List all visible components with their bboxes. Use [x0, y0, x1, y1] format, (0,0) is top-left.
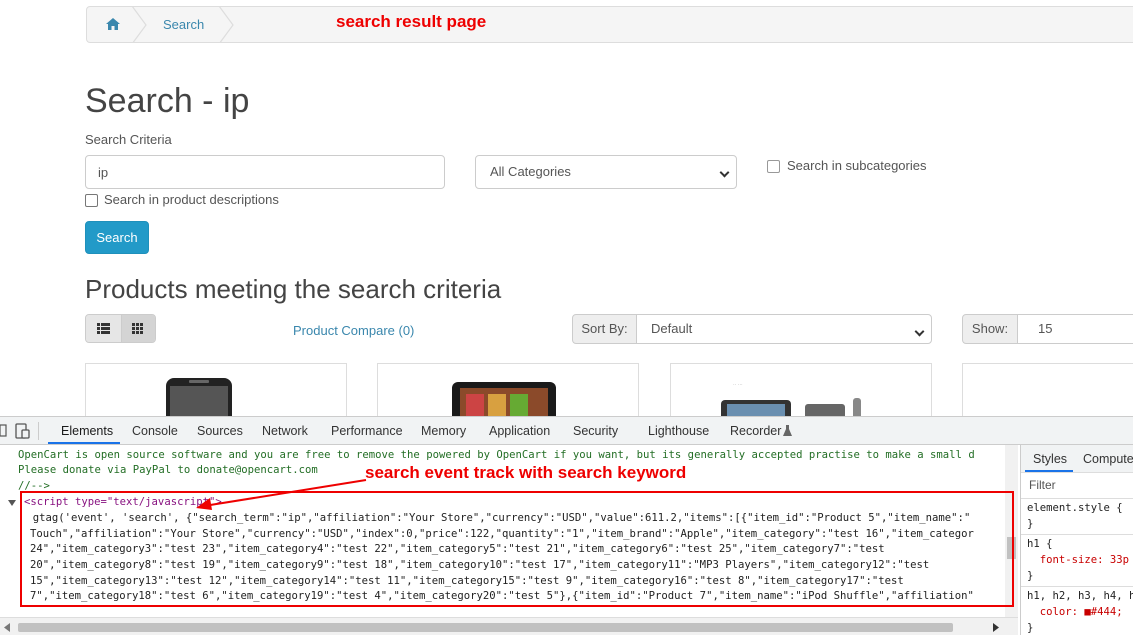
annotation-search-result-page: search result page [336, 12, 487, 31]
grid-view-button[interactable] [121, 315, 155, 342]
inspect-icon[interactable] [0, 424, 8, 438]
product-card[interactable] [377, 363, 639, 423]
svg-text:·· ···: ·· ··· [733, 382, 743, 388]
breadcrumb-separator [218, 7, 234, 42]
view-toggle [85, 314, 156, 343]
tab-performance[interactable]: Performance [331, 424, 403, 438]
descriptions-checkbox[interactable] [85, 194, 98, 207]
home-icon[interactable] [105, 17, 121, 31]
show-select-value: 15 [1038, 321, 1053, 336]
style-rule-line: } [1027, 622, 1034, 634]
active-tab-indicator [1025, 470, 1073, 472]
sort-select[interactable]: Default [636, 314, 932, 344]
tab-recorder[interactable]: Recorder [730, 424, 781, 438]
style-rule-line: } [1027, 570, 1034, 582]
styles-filter-input[interactable]: Filter [1029, 478, 1056, 492]
subcategories-label: Search in subcategories [787, 158, 927, 173]
breadcrumb-separator [131, 7, 147, 42]
search-criteria-label: Search Criteria [85, 132, 172, 147]
product-card[interactable]: ·· ··· [670, 363, 932, 423]
product-card[interactable] [962, 363, 1133, 423]
style-rule-line: h1 { [1027, 538, 1053, 550]
active-tab-indicator [48, 442, 120, 444]
scroll-right-icon[interactable] [993, 623, 999, 632]
tab-sources[interactable]: Sources [197, 424, 243, 438]
annotation-highlight-box [20, 491, 1014, 607]
breadcrumb: Search [86, 6, 1133, 43]
divider [1021, 498, 1133, 499]
tab-styles[interactable]: Styles [1033, 452, 1067, 466]
tab-memory[interactable]: Memory [421, 424, 466, 438]
code-comment-line: OpenCart is open source software and you… [18, 449, 975, 461]
divider [1021, 586, 1133, 587]
device-toolbar-icon[interactable] [15, 423, 31, 439]
list-icon [97, 323, 110, 334]
style-rule-line: } [1027, 518, 1034, 530]
tab-application[interactable]: Application [489, 424, 550, 438]
styles-tab-bar: Styles Computed [1021, 445, 1133, 473]
breadcrumb-search-link[interactable]: Search [163, 17, 204, 32]
annotation-arrow [196, 479, 367, 510]
divider [1021, 534, 1133, 535]
sort-select-value: Default [651, 321, 693, 336]
scroll-left-icon[interactable] [4, 623, 10, 632]
tab-console[interactable]: Console [132, 424, 178, 438]
tab-lighthouse[interactable]: Lighthouse [648, 424, 709, 438]
annotation-search-event: search event track with search keyword [365, 463, 687, 482]
list-view-button[interactable] [86, 315, 121, 342]
flask-icon [783, 425, 792, 436]
category-select[interactable]: All Categories [475, 155, 737, 189]
grid-icon [132, 323, 143, 334]
chevron-down-icon [914, 326, 925, 337]
page-title: Search - ip [85, 82, 250, 120]
subcategories-checkbox[interactable] [767, 160, 780, 173]
products-heading: Products meeting the search criteria [85, 274, 502, 304]
style-rule-line: h1, h2, h3, h4, h [1027, 590, 1133, 602]
product-card[interactable] [85, 363, 347, 423]
tab-computed[interactable]: Computed [1083, 452, 1133, 466]
chevron-down-icon [719, 167, 730, 178]
horizontal-scrollbar[interactable] [0, 617, 1018, 635]
style-rule-line: font-size: 33p [1027, 554, 1130, 566]
devtools-tab-bar: Elements Console Sources Network Perform… [0, 417, 1133, 445]
search-button[interactable]: Search [85, 221, 149, 254]
tab-security[interactable]: Security [573, 424, 618, 438]
category-select-value: All Categories [490, 164, 571, 179]
show-select[interactable]: 15 [1017, 314, 1133, 344]
scrollbar-thumb[interactable] [18, 623, 953, 632]
toolbar-divider [38, 422, 39, 440]
sort-by-label: Sort By: [572, 314, 637, 344]
style-rule-line: element.style { [1027, 502, 1123, 514]
descriptions-label: Search in product descriptions [104, 192, 279, 207]
expand-triangle-icon[interactable] [8, 499, 16, 507]
product-compare-link[interactable]: Product Compare (0) [293, 323, 414, 338]
style-rule-line: color: ■#444; [1027, 606, 1123, 618]
show-label: Show: [962, 314, 1018, 344]
search-input[interactable] [85, 155, 445, 189]
tab-network[interactable]: Network [262, 424, 308, 438]
tab-elements[interactable]: Elements [61, 424, 113, 438]
styles-pane: Styles Computed Filter element.style { }… [1020, 445, 1133, 635]
